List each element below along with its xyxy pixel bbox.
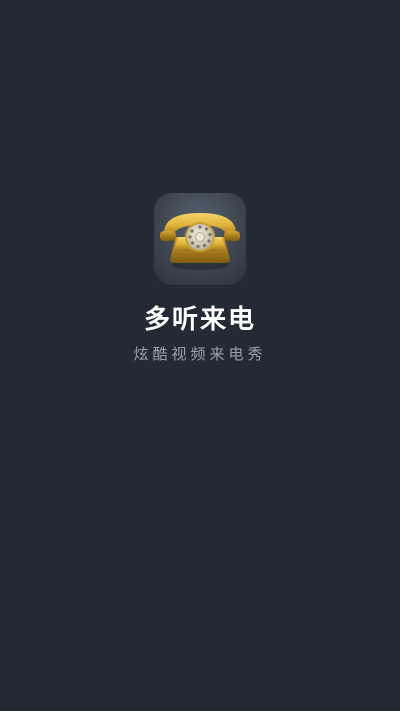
rotary-telephone-icon xyxy=(160,213,240,270)
app-logo xyxy=(154,193,246,285)
splash-screen: 多听来电 炫酷视频来电秀 xyxy=(0,0,400,711)
app-title: 多听来电 xyxy=(143,305,256,335)
app-tagline: 炫酷视频来电秀 xyxy=(133,345,267,363)
